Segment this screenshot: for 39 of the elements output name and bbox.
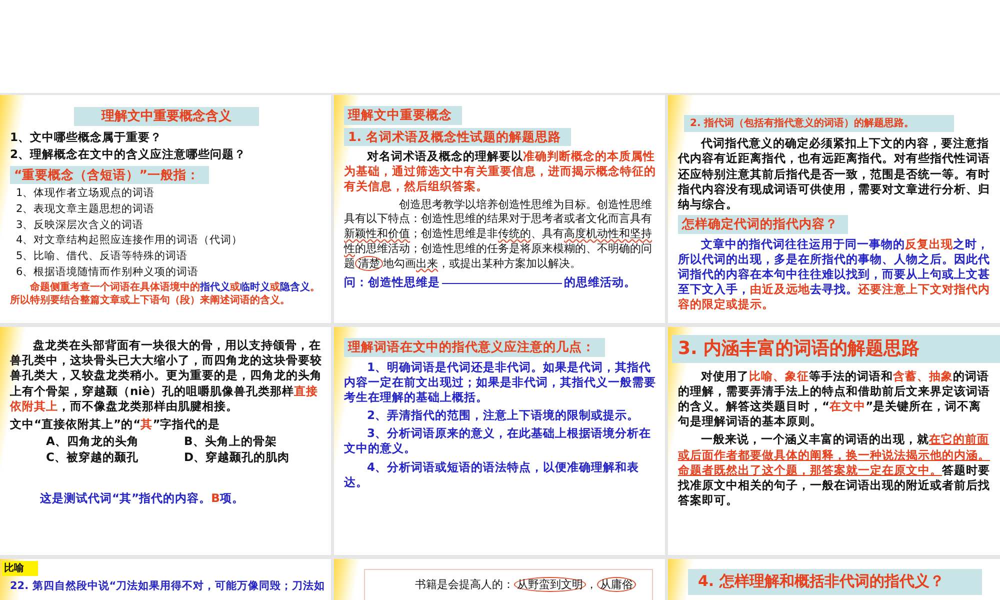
paragraph: 2、弄清指代的范围，注意上下语境的限制或提示。 <box>366 408 640 424</box>
list-item: 1、体现作者立场观点的词语 <box>15 186 156 201</box>
section-heading: 3. 内涵丰富的词语的解题思路 <box>672 335 1000 363</box>
list-item: 6、根据语境随情而作别种义项的词语 <box>15 264 200 280</box>
list-item: 2、表现文章主题思想的词语 <box>15 202 156 217</box>
text-line: 2、理解概念在文中的含义应注意哪些问题？ <box>10 147 248 162</box>
section-heading: 怎样确定代词的指代内容？ <box>678 215 848 234</box>
paragraph: 对使用了 比喻、象征等手法的词语和含蓄、抽象的词语的理解，需要弄清手法上的特点和借助前后文来界定该词语的含义。解答这类题目时，“在文中”是关键所在，词不离句是理解词语的基本原则。 <box>678 368 991 430</box>
paragraph: 书籍是会提高人的： 从野蛮到文明 ， 从庸俗 <box>415 578 646 593</box>
answer-option: D、穿越颞孔的肌肉 <box>184 450 294 466</box>
tag-label: 比喻 <box>2 561 38 576</box>
text-line: 文中“直接依附其上”的“其”字指代的是 <box>10 416 222 432</box>
answer-option: C、被穿越的颞孔 <box>46 450 156 466</box>
text-line: 22. 第四自然段中说“刀法如果用得不对，可能万像同毁；刀法如 <box>10 580 323 593</box>
paragraph: 命题侧重考查一个词语在具体语境中的指代义或临时义或隐含义。所以特别要结合整篇文章或上下语句（段）来阐述词语的含义。 <box>10 280 321 307</box>
section-heading: 1. 名词术语及概念性试题的解题思路 <box>344 128 571 146</box>
answer-option: B、头角上的骨架 <box>184 434 294 450</box>
slide-title: 理解文中重要概念含义 <box>74 107 259 126</box>
section-heading: 理解文中重要概念 <box>344 106 462 124</box>
paragraph: 1、明确词语是代词还是非代词。如果是代词，其指代内容一定在前文出现过；如果是非代词，其指代义一般需要考生在理解的基础上概括。 <box>344 360 657 406</box>
text-line: 问：创造性思维是 的思维活动。 <box>344 274 637 290</box>
paragraph: 3、分析词语原来的意义，在此基础上根据语境分析在文中的意义。 <box>344 426 652 457</box>
paragraph: 文章中的指代词往往运用于同一事物的反复出现之时，所以代词的出现，多是在所指代的事物、人物之后。因此代词指代的内容在本句中往往难以找到，而要从上句或上文甚至下文入手，由近及远地去寻找。还要注意上下文对指代内容的限定或提示。 <box>678 236 991 312</box>
list-item: 5、比喻、借代、反语等特殊的词语 <box>15 249 189 264</box>
list-item: 3、反映深层次含义的词语 <box>15 218 145 232</box>
paragraph: 创造思考教学以培养创造性思维为目标。创造性思维具有以下特点：创造性思维的结果对于思考者或者文化而言具有 新颖性和价值；创造性思维是非传统的、具有高度机动性和坚持性的思维活动；创造性思维的任务是将原来模糊的、不明确的问题 清楚 地勾画出来，或提出某种方案加以解决。 <box>344 198 653 272</box>
answer-option: A、四角龙的头角 <box>46 434 156 450</box>
paragraph: 对名词术语及概念的理解要以准确判断概念的本质属性为基础，通过筛选文中有关重要信息，进而揭示概念特征的有关信息，然后组织答案。 <box>344 149 657 195</box>
paragraph: 4、分析词语或短语的语法特点，以便准确理解和表达。 <box>344 460 640 490</box>
section-heading: 2. 指代词（包括有指代意义的词语）的解题思路。 <box>684 115 954 132</box>
section-heading: 4. 怎样理解和概括非代词的指代义？ <box>688 569 982 595</box>
paragraph: 代词指代意义的确定必须紧扣上下文的内容，要注意指代内容有近距离指代，也有远距离指代。对有些指代性词语还应特别注意其前后指代是否一致，范围是否统一等。有时指代内容没有现成词语可供使用，需要对文章进行分析、归纳与综合。 <box>678 136 991 212</box>
section-heading: 理解词语在文中的指代意义应注意的几点： <box>344 338 605 356</box>
list-item: 4、对文章结构起照应连接作用的词语（代词） <box>15 233 244 248</box>
paragraph: 这是测试代词“其”指代的内容。B项。 <box>40 491 245 507</box>
section-heading: “重要概念（含短语）”一般指： <box>10 166 210 184</box>
text-line: 1、文中哪些概念属于重要？ <box>10 130 164 146</box>
paragraph: 一般来说，一个涵义丰富的词语的出现，就在它的前面或后面作者都要做具体的阐释，换一种说法揭示他的内涵。命题者既然出了这个题，那答案就一定在原文中。答题时要找准原文中相关的句子，一般在词语出现的附近或者前后找答案即可。 <box>678 432 991 508</box>
paragraph: 盘龙类在头部背面有一块很大的骨，用以支持颌骨，在兽孔类中，这块骨头已大大缩小了，而四角龙的这块骨要较兽孔类大，又较盘龙类稍小。更为重要的是，四角龙的头角上有个骨架，穿越颞（niè）孔的咀嚼肌像兽孔类那样直接依附其上，而不像盘龙类那样由肌腱相接。 <box>10 338 323 414</box>
